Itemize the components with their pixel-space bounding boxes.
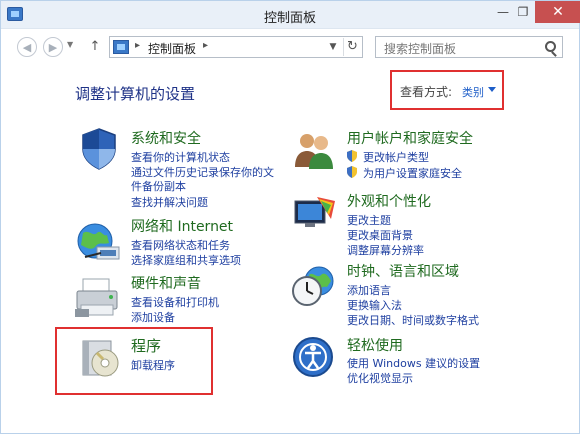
- link-change-theme[interactable]: 更改主题: [347, 212, 391, 228]
- link-desktop-background[interactable]: 更改桌面背景: [347, 227, 413, 243]
- address-bar[interactable]: ▸ 控制面板 ▸ ▼ ↻: [109, 36, 363, 58]
- users-icon: [295, 134, 333, 169]
- breadcrumb-control-panel[interactable]: 控制面板: [148, 40, 196, 57]
- link-add-device[interactable]: 添加设备: [131, 309, 175, 325]
- link-add-language[interactable]: 添加语言: [347, 282, 391, 298]
- title-bar: 控制面板 — ❐ ✕: [1, 1, 580, 29]
- link-family-safety[interactable]: 为用户设置家庭安全: [363, 165, 462, 181]
- link-view-computer-status[interactable]: 查看你的计算机状态: [131, 149, 230, 165]
- maximize-button[interactable]: ❐: [511, 1, 535, 23]
- printer-icon: [75, 278, 118, 317]
- up-button[interactable]: ↑: [87, 37, 103, 57]
- category-title-network[interactable]: 网络和 Internet: [131, 216, 233, 236]
- dropdown-caret-icon[interactable]: [488, 87, 496, 92]
- category-title-appearance[interactable]: 外观和个性化: [347, 191, 431, 211]
- monitor-palette-icon: [294, 197, 335, 227]
- navigation-bar: ◀ ▶ ▼ ↑ ▸ 控制面板 ▸ ▼ ↻ 搜索控制面板: [1, 29, 579, 63]
- link-troubleshoot[interactable]: 查找并解决问题: [131, 194, 208, 210]
- category-title-programs[interactable]: 程序: [131, 335, 161, 356]
- uac-shield-icon: [347, 150, 357, 162]
- search-input[interactable]: 搜索控制面板: [375, 36, 563, 58]
- breadcrumb-separator-icon[interactable]: ▸: [203, 40, 208, 51]
- link-date-time-format[interactable]: 更改日期、时间或数字格式: [347, 312, 479, 328]
- search-placeholder: 搜索控制面板: [384, 42, 457, 56]
- link-network-status[interactable]: 查看网络状态和任务: [131, 237, 230, 253]
- search-icon[interactable]: [545, 41, 556, 52]
- software-box-icon: [82, 340, 119, 377]
- category-title-clock-region[interactable]: 时钟、语言和区域: [347, 261, 459, 281]
- link-uninstall-program[interactable]: 卸载程序: [131, 357, 175, 373]
- link-change-account-type[interactable]: 更改帐户类型: [363, 149, 429, 165]
- category-title-system-security[interactable]: 系统和安全: [131, 128, 201, 148]
- globe-network-icon: [77, 223, 120, 260]
- link-optimize-visual-display[interactable]: 优化视觉显示: [347, 370, 413, 386]
- link-homegroup-sharing[interactable]: 选择家庭组和共享选项: [131, 252, 241, 268]
- shield-icon: [82, 128, 116, 170]
- back-button[interactable]: ◀: [17, 37, 37, 57]
- category-title-hardware-sound[interactable]: 硬件和声音: [131, 273, 201, 293]
- link-screen-resolution[interactable]: 调整屏幕分辨率: [347, 242, 424, 258]
- clock-globe-icon: [292, 266, 334, 306]
- link-devices-printers[interactable]: 查看设备和打印机: [131, 294, 219, 310]
- main-content: 调整计算机的设置 查看方式: 类别 系统和安全 查看你的计算机状态 通过文件历史…: [1, 63, 579, 433]
- category-title-ease-of-access[interactable]: 轻松使用: [347, 335, 403, 355]
- address-dropdown-icon[interactable]: ▼: [325, 39, 341, 55]
- link-change-input-method[interactable]: 更换输入法: [347, 297, 402, 313]
- forward-button[interactable]: ▶: [43, 37, 63, 57]
- ease-of-access-icon: [293, 337, 333, 377]
- category-title-user-accounts[interactable]: 用户帐户和家庭安全: [347, 128, 473, 148]
- view-by-dropdown[interactable]: 类别: [462, 84, 484, 100]
- view-by-label: 查看方式:: [400, 85, 453, 99]
- breadcrumb-separator-icon[interactable]: ▸: [135, 40, 140, 51]
- close-button[interactable]: ✕: [535, 1, 580, 23]
- control-panel-window: 控制面板 — ❐ ✕ ◀ ▶ ▼ ↑ ▸ 控制面板 ▸ ▼ ↻ 搜索控制面板 调…: [0, 0, 580, 434]
- recent-locations-chevron-icon[interactable]: ▼: [67, 40, 73, 49]
- uac-shield-icon: [347, 166, 357, 178]
- link-file-history-cont[interactable]: 件备份副本: [131, 178, 186, 194]
- view-by-selector: 查看方式: 类别: [390, 70, 504, 110]
- control-panel-icon: [113, 40, 129, 54]
- refresh-button[interactable]: ↻: [343, 38, 361, 56]
- link-recommended-settings[interactable]: 使用 Windows 建议的设置: [347, 355, 480, 371]
- page-title: 调整计算机的设置: [75, 85, 196, 103]
